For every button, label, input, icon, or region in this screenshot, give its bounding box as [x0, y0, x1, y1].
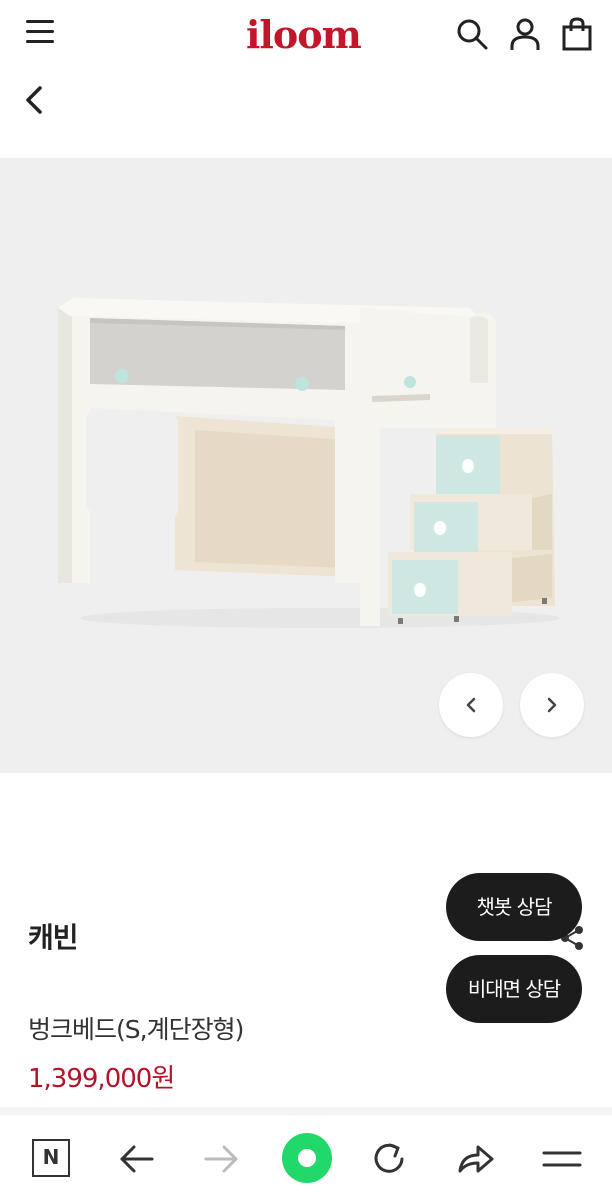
naver-icon[interactable]: N: [32, 1139, 70, 1177]
shopping-bag-icon[interactable]: [559, 16, 595, 52]
forward-arrow-icon[interactable]: [198, 1135, 246, 1183]
chevron-left-icon[interactable]: [18, 82, 54, 118]
share-arrow-icon[interactable]: [452, 1135, 500, 1183]
chevron-left-icon: [466, 697, 476, 713]
search-icon[interactable]: [454, 16, 490, 52]
menu-icon[interactable]: [538, 1135, 586, 1183]
gallery-next-button[interactable]: [520, 673, 584, 737]
home-icon[interactable]: [282, 1133, 332, 1183]
site-header: iloom: [0, 0, 612, 72]
gallery-prev-button[interactable]: [439, 673, 503, 737]
product-price: 1,399,000원: [28, 1064, 175, 1094]
menu-icon[interactable]: [22, 14, 60, 52]
chatbot-consult-button[interactable]: 챗봇 상담: [446, 873, 582, 941]
user-icon[interactable]: [507, 16, 543, 52]
contactless-consult-button[interactable]: 비대면 상담: [446, 955, 582, 1023]
back-arrow-icon[interactable]: [112, 1135, 160, 1183]
product-image: [58, 298, 560, 628]
refresh-icon[interactable]: [366, 1135, 414, 1183]
product-category: 벙크베드(S,계단장형): [28, 1015, 244, 1044]
chevron-right-icon: [547, 697, 557, 713]
product-image-gallery[interactable]: [0, 158, 612, 773]
product-name: 캐빈: [28, 921, 79, 954]
section-divider: [0, 1107, 612, 1115]
brand-logo[interactable]: iloom: [246, 12, 362, 58]
browser-toolbar: N: [0, 1115, 612, 1200]
